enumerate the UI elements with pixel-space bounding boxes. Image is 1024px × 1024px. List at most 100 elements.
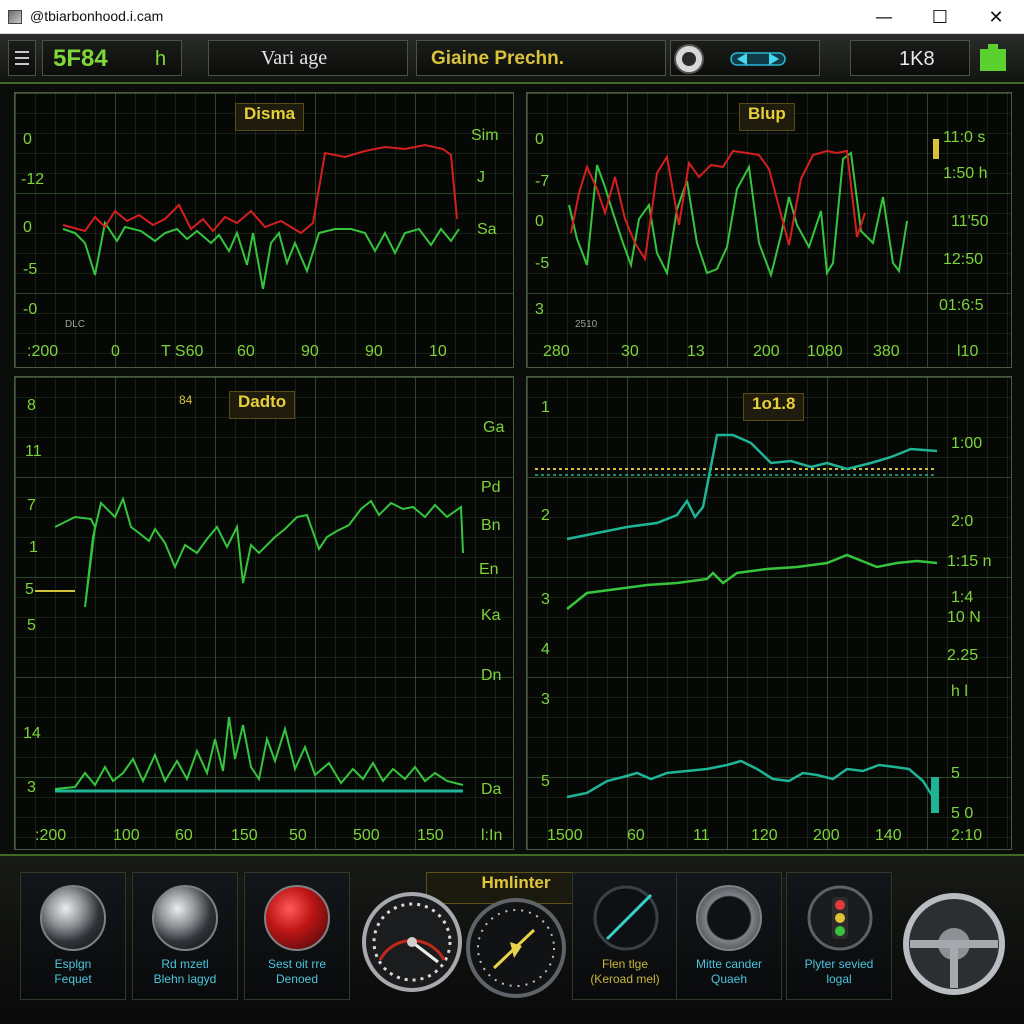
white-dial-icon (152, 885, 218, 951)
trace-plot (568, 139, 939, 279)
y-right-label: h l (951, 683, 968, 700)
minimize-button[interactable]: — (858, 0, 910, 34)
y-right-label: 1:00 (951, 435, 983, 452)
device-code: 5F84 (53, 45, 108, 72)
y-label: 0 (535, 213, 544, 230)
device-code-suffix: h (155, 48, 167, 70)
y-right-label: Sim (471, 127, 499, 144)
app-heading-box: Giaine Prechn. (416, 40, 666, 76)
y-right-label: 1:4 (951, 589, 974, 606)
gauge-button-2[interactable]: Rd mzetl Blehn lagyd (132, 872, 238, 1000)
x-label: 1500 (547, 827, 583, 844)
window-titlebar: @tbiarbonhood.i.cam — ☐ ✕ (0, 0, 1024, 34)
y-right-label: Bn (481, 517, 501, 534)
x-label: 11 (693, 827, 710, 844)
signal-trace-upper (54, 496, 464, 608)
gauge-button-needle[interactable]: Flen tlge (Keroad mel) (572, 872, 678, 1000)
y-label: 5 (25, 581, 34, 598)
chart-panel-blup: Blup 0 -7 0 -5 3 11:0 s 1:50 h 11'50 12:… (526, 92, 1012, 368)
gauge-button-traffic[interactable]: Plyter sevied logal (786, 872, 892, 1000)
x-label: 200 (753, 343, 780, 360)
close-button[interactable]: ✕ (970, 0, 1022, 34)
chart-panel-disma: Disma 0 -12 0 -5 -0 Sim J Sa DLC :200 0 … (14, 92, 514, 368)
y-label: 1 (29, 539, 38, 556)
speed-dial-icon[interactable] (360, 890, 464, 994)
y-label: -7 (535, 173, 550, 190)
x-label: 0 (111, 343, 120, 360)
y-right-label: Pd (481, 479, 501, 496)
y-label: 2 (541, 507, 550, 524)
x-label: :200 (35, 827, 67, 844)
y-label: 3 (541, 691, 550, 708)
gauge-caption-line1: Flen tlge (601, 957, 649, 971)
red-dial-icon (264, 885, 330, 951)
chart-panel-1o1-8: 1o1.8 1 2 3 4 3 5 1:00 2:0 1:15 n 1:4 10… (526, 376, 1012, 850)
signal-trace-teal-upper (566, 433, 938, 541)
steering-wheel-icon[interactable] (900, 890, 1008, 998)
y-right-label: Da (481, 781, 502, 798)
y-label: 0 (23, 219, 32, 236)
legend-label: 2510 (575, 319, 598, 330)
y-label: 7 (27, 497, 36, 514)
y-label: 11 (25, 443, 42, 460)
record-knob-center-icon (682, 52, 696, 66)
y-right-label: 11'50 (951, 213, 989, 230)
y-right-label: 11:0 s (943, 129, 986, 146)
y-right-label: 01:6:5 (939, 297, 984, 314)
x-label: 100 (113, 827, 140, 844)
y-label: -5 (535, 255, 550, 272)
y-label: 14 (23, 725, 41, 742)
x-label: 10 (429, 343, 447, 360)
x-label: 90 (365, 343, 383, 360)
y-label: 1 (541, 399, 550, 416)
y-right-label: 10 N (947, 609, 981, 626)
x-label: :200 (27, 343, 59, 360)
playback-control[interactable] (670, 40, 820, 76)
y-right-label: 1:15 n (947, 553, 992, 570)
x-label: 140 (875, 827, 902, 844)
gauge-button-mute[interactable]: Mitte cander Quaeh (676, 872, 782, 1000)
variable-selector[interactable]: Vari age (208, 40, 408, 76)
x-label: 60 (237, 343, 255, 360)
gauge-button-1[interactable]: Esplgn Fequet (20, 872, 126, 1000)
y-label: -5 (23, 261, 38, 278)
y-right-label: 2:0 (951, 513, 974, 530)
x-label: 50 (289, 827, 307, 844)
x-label: 500 (353, 827, 380, 844)
y-label: 5 (27, 617, 36, 634)
menu-icon-button[interactable] (8, 40, 36, 76)
signal-trace-teal-lower (566, 759, 935, 799)
signal-trace-lower (54, 716, 464, 790)
gauge-caption-line2: logal (826, 972, 852, 986)
needle-dial-icon (593, 885, 659, 951)
chart-panel-dadto: Dadto 84 8 11 7 1 5 5 14 3 Ga Pd Bn En K… (14, 376, 514, 850)
gauge-caption-line2: Denoed (275, 972, 319, 986)
x-label: 13 (687, 343, 705, 360)
y-right-label: Dn (481, 667, 502, 684)
x-label: 60 (175, 827, 193, 844)
x-label: 30 (621, 343, 639, 360)
status-code: 1K8 (899, 48, 935, 70)
playback-control-graphic (674, 44, 786, 74)
maximize-button[interactable]: ☐ (914, 0, 966, 34)
y-label: 4 (541, 641, 550, 658)
y-right-label: 5 (951, 765, 960, 782)
toolbar: 5F84 h Vari age Giaine Prechn. 1K8 (0, 34, 1024, 84)
device-code-display: 5F84 h (42, 40, 182, 76)
x-label: 200 (813, 827, 840, 844)
gauge-caption-line2: (Keroad mel) (590, 972, 660, 986)
status-code-display: 1K8 (850, 40, 970, 76)
y-label: 0 (535, 131, 544, 148)
gauge-button-3[interactable]: Sest oit rre Denoed (244, 872, 350, 1000)
y-right-label: Sa (477, 221, 497, 238)
y-right-label: 2.25 (947, 647, 979, 664)
power-dial-icon[interactable] (464, 896, 568, 1000)
x-label: 1080 (807, 343, 843, 360)
x-label: 380 (873, 343, 900, 360)
y-right-label: J (477, 169, 485, 186)
y-right-label: 1:50 h (943, 165, 988, 182)
traffic-light-icon (807, 885, 873, 951)
x-label: T S60 (161, 343, 204, 360)
window-title: @tbiarbonhood.i.cam (30, 8, 164, 24)
y-right-label: 12:50 (943, 251, 984, 268)
